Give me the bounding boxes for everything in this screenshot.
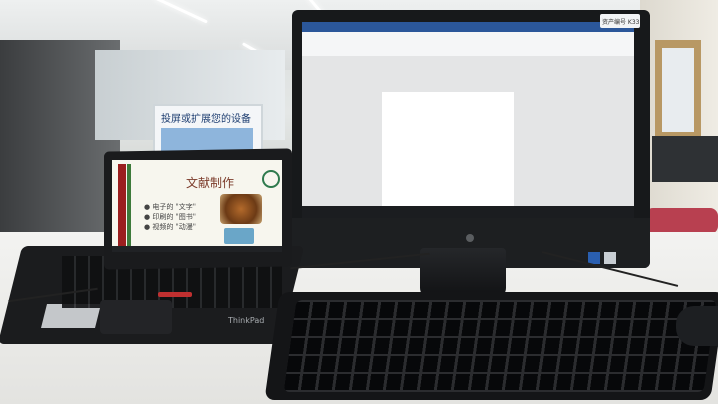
right-window-glass: [662, 48, 694, 132]
sign-text: 投屏或扩展您的设备: [161, 114, 251, 125]
asset-sticker: 资产编号 K33: [600, 14, 640, 28]
laptop-brand: ThinkPad: [228, 316, 265, 325]
slide-title: 文献制作: [186, 176, 235, 190]
monitor-logo: [466, 234, 474, 242]
monitor-stand: [420, 248, 506, 298]
red-chair: [645, 208, 718, 234]
slide-image: [220, 194, 262, 224]
monitor-badge: [604, 252, 616, 264]
slide-bullets: ● 电子的 "文字" ● 印刷的 "图书" ● 视频的 "动漫": [144, 202, 196, 232]
slide-bullet: ● 电子的 "文字": [144, 203, 196, 211]
monitor-screen: [302, 22, 634, 242]
laptop-screen: 文献制作 ● 电子的 "文字" ● 印刷的 "图书" ● 视频的 "动漫": [112, 160, 282, 252]
windows-taskbar: [302, 206, 634, 218]
photo-scene: 投屏或扩展您的设备 资产编号 K33 ThinkPad 文献制作 ● 电子的 "…: [0, 0, 718, 404]
trackpoint-buttons: [158, 292, 192, 297]
asset-sticker-text: 资产编号 K33: [602, 19, 640, 26]
word-title-bar: [302, 22, 634, 32]
laptop-taskbar: [112, 246, 282, 252]
slide-image-small: [224, 228, 254, 244]
background-monitor: [652, 136, 718, 182]
slide-red-bar: [118, 164, 126, 248]
external-keyboard-keys: [283, 300, 717, 392]
slide-bullet: ● 印刷的 "图书": [144, 213, 196, 221]
slide-emblem-icon: [262, 170, 280, 188]
word-document-area: [302, 56, 634, 242]
laptop-touchpad: [100, 300, 172, 334]
mouse: [676, 306, 718, 346]
word-ribbon: [302, 32, 634, 57]
slide-bullet: ● 视频的 "动漫": [144, 223, 196, 231]
slide-green-bar: [127, 164, 131, 248]
